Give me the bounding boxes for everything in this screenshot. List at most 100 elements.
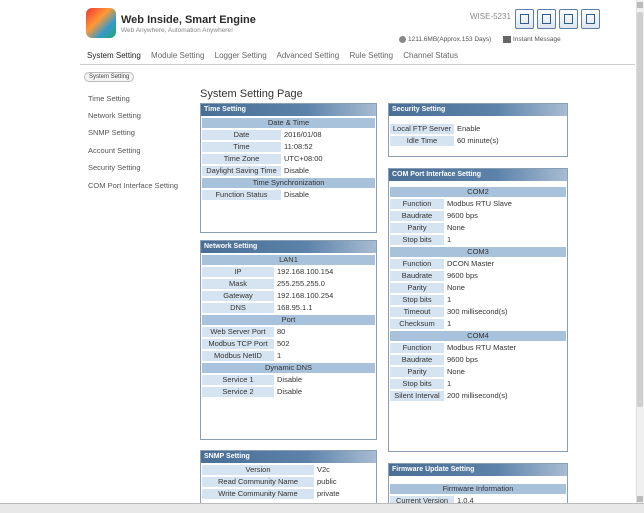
com2-function-value: Modbus RTU Slave [447, 199, 512, 208]
tab-system-setting[interactable]: System Setting [87, 51, 141, 60]
com3-baudrate-value: 9600 bps [447, 271, 478, 280]
tab-module-setting[interactable]: Module Setting [151, 51, 204, 60]
timezone-value: UTC+08:00 [284, 154, 323, 163]
section-header: Port [202, 315, 375, 325]
panel-header: Time Setting [201, 104, 376, 116]
row-label: Write Community Name [202, 489, 314, 499]
sidebar-item-account[interactable]: Account Setting [88, 146, 141, 155]
snmp-table: Version V2c Read Community Name public Wri… [201, 463, 376, 501]
section-header: COM3 [390, 247, 566, 257]
modbus-tcp-port-value: 502 [277, 339, 290, 348]
row-label: Mask [202, 279, 274, 289]
tab-channel-status[interactable]: Channel Status [403, 51, 458, 60]
row-label: Checksum [390, 319, 444, 329]
com3-timeout-value: 300 millisecond(s) [447, 307, 508, 316]
row-label: Stop bits [390, 379, 444, 389]
tab-advanced-setting[interactable]: Advanced Setting [276, 51, 339, 60]
sidebar-item-time[interactable]: Time Setting [88, 94, 130, 103]
ip-value: 192.168.100.154 [277, 267, 334, 276]
dns-value: 168.95.1.1 [277, 303, 313, 312]
download-icon[interactable] [559, 9, 578, 29]
sidebar-item-snmp[interactable]: SNMP Setting [88, 128, 135, 137]
com4-silent-interval-value: 200 millisecond(s) [447, 391, 508, 400]
logout-icon[interactable] [581, 9, 600, 29]
network-setting-panel: Network Setting LAN1 IP 192.168.100.154 M… [200, 240, 377, 440]
service1-value: Disable [277, 375, 303, 384]
row-label: Stop bits [390, 235, 444, 245]
network-table: LAN1 IP 192.168.100.154 Mask 255.255.255.0… [201, 253, 376, 399]
row-label: Function [390, 343, 444, 353]
time-value: 11:08:52 [284, 142, 313, 151]
document-icon[interactable] [515, 9, 534, 29]
row-label: Time [202, 142, 281, 152]
section-header: Time Synchronization [202, 178, 375, 188]
row-label: Time Zone [202, 154, 281, 164]
security-setting-panel: Security Setting Local FTP Server Enable … [388, 103, 568, 157]
row-label: Silent Interval [390, 391, 444, 401]
page-title: System Setting Page [200, 88, 303, 100]
tab-logger-setting[interactable]: Logger Setting [215, 51, 267, 60]
scroll-up-icon[interactable] [637, 2, 643, 8]
row-label: Idle Time [390, 136, 454, 146]
panel-header: Firmware Update Setting [389, 464, 567, 476]
write-community-value: private [317, 489, 340, 498]
com4-parity-value: None [447, 367, 465, 376]
com2-stopbits-value: 1 [447, 235, 452, 244]
sidebar-item-security[interactable]: Security Setting [88, 163, 141, 172]
upload-icon[interactable] [537, 9, 556, 29]
com3-function-value: DCON Master [447, 259, 495, 268]
snmp-setting-panel: SNMP Setting Version V2c Read Community N… [200, 450, 377, 505]
com-port-panel: COM Port Interface Setting COM2 Function… [388, 168, 568, 452]
row-label: Baudrate [390, 271, 444, 281]
service2-value: Disable [277, 387, 303, 396]
dst-value: Disable [284, 166, 310, 175]
gateway-value: 192.168.100.254 [277, 291, 334, 300]
storage-info: 1211.6MB(Approx.153 Days) [399, 36, 491, 43]
row-label: Baudrate [390, 211, 444, 221]
firmware-update-panel: Firmware Update Setting Firmware Informa… [388, 463, 568, 505]
row-label: Daylight Saving Time [202, 166, 281, 176]
section-header: Firmware Information [390, 484, 566, 494]
com3-checksum-value: 1 [447, 319, 452, 328]
row-label: Gateway [202, 291, 274, 301]
modbus-netid-value: 1 [277, 351, 282, 360]
storage-icon [399, 36, 406, 43]
mask-value: 255.255.255.0 [277, 279, 325, 288]
com4-baudrate-value: 9600 bps [447, 355, 478, 364]
com3-stopbits-value: 1 [447, 295, 452, 304]
com2-parity-value: None [447, 223, 465, 232]
main-nav: System Setting Module Setting Logger Set… [87, 51, 466, 60]
row-label: Service 1 [202, 375, 274, 385]
section-header: COM4 [390, 331, 566, 341]
panel-header: COM Port Interface Setting [389, 169, 567, 181]
scroll-down-icon[interactable] [637, 496, 643, 502]
sidebar-item-network[interactable]: Network Setting [88, 111, 141, 120]
row-label: Timeout [390, 307, 444, 317]
tab-rule-setting[interactable]: Rule Setting [349, 51, 393, 60]
com4-stopbits-value: 1 [447, 379, 452, 388]
row-label: Modbus TCP Port [202, 339, 274, 349]
row-label: Function [390, 199, 444, 209]
function-status-value: Disable [284, 190, 310, 199]
row-label: Function Status [202, 190, 281, 200]
nav-divider [80, 64, 635, 65]
row-label: Parity [390, 223, 444, 233]
row-label: Baudrate [390, 355, 444, 365]
scrollbar-thumb[interactable] [637, 12, 643, 407]
section-header: COM2 [390, 187, 566, 197]
firmware-table: Firmware Information Current Version 1.0.… [389, 482, 567, 504]
row-label: IP [202, 267, 274, 277]
sidebar-item-com-port[interactable]: COM Port Interface Setting [88, 181, 178, 190]
section-header: Dynamic DNS [202, 363, 375, 373]
row-label: Modbus NetID [202, 351, 274, 361]
time-table: Date & Time Date 2016/01/08 Time 11:08:52 … [201, 116, 376, 202]
row-label: Read Community Name [202, 477, 314, 487]
row-label: Service 2 [202, 387, 274, 397]
panel-header: SNMP Setting [201, 451, 376, 463]
idle-time-value: 60 minute(s) [457, 136, 499, 145]
section-header: Date & Time [202, 118, 375, 128]
breadcrumb: System Setting [84, 72, 135, 82]
date-value: 2016/01/08 [284, 130, 322, 139]
instant-message-link[interactable]: Instant Message [503, 36, 561, 43]
row-label: Local FTP Server [390, 124, 454, 134]
